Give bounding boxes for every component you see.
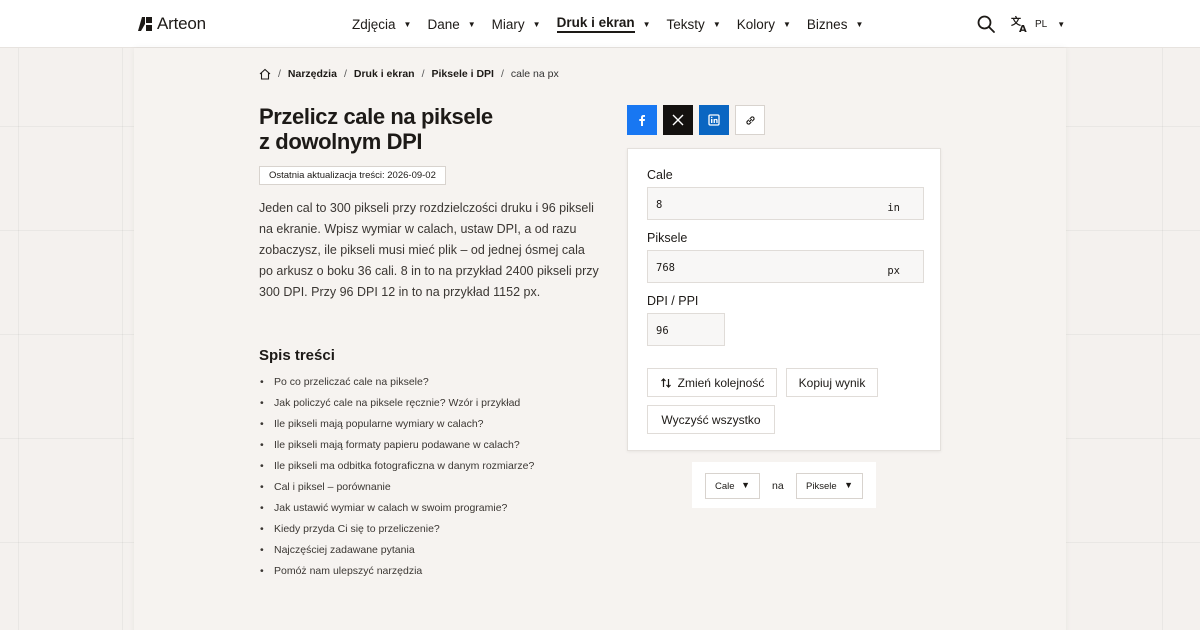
- toc-item[interactable]: Jak ustawić wymiar w calach w swoim prog…: [259, 500, 534, 521]
- swap-order-label: Zmień kolejność: [677, 375, 765, 390]
- table-of-contents: Po co przeliczać cale na piksele? Jak po…: [259, 374, 534, 584]
- language-code: PL: [1035, 18, 1048, 30]
- caret-down-icon: ▼: [844, 480, 853, 490]
- page-title: Przelicz cale na piksele z dowolnym DPI: [259, 104, 559, 154]
- translate-icon: 文 A: [1011, 15, 1027, 33]
- logo[interactable]: Arteon: [137, 14, 206, 34]
- breadcrumb-item[interactable]: Druk i ekran: [354, 68, 415, 80]
- pixels-unit: px: [887, 265, 900, 277]
- inches-unit: in: [887, 202, 900, 214]
- language-switcher[interactable]: 文 A PL ▼: [1011, 15, 1065, 33]
- toc-item[interactable]: Najczęściej zadawane pytania: [259, 542, 534, 563]
- nav-item-dane[interactable]: Dane ▼: [427, 13, 475, 35]
- pixels-input[interactable]: 768 px: [647, 250, 924, 283]
- to-unit-value: Piksele: [806, 480, 837, 492]
- main-nav: Zdjęcia ▼ Dane ▼ Miary ▼ Druk i ekran ▼ …: [352, 0, 879, 48]
- x-logo-icon: [672, 114, 684, 126]
- toc-item[interactable]: Ile pikseli ma odbitka fotograficzna w d…: [259, 458, 534, 479]
- toc-item[interactable]: Po co przeliczać cale na piksele?: [259, 374, 534, 395]
- inches-value: 8: [656, 199, 663, 211]
- caret-down-icon: ▼: [855, 19, 864, 29]
- inches-input[interactable]: 8 in: [647, 187, 924, 220]
- converter-card: Cale 8 in Piksele 768 px DPI / PPI 96 Zm…: [627, 148, 941, 451]
- pixels-value: 768: [656, 262, 675, 274]
- dpi-input[interactable]: 96: [647, 313, 725, 346]
- nav-label: Miary: [491, 16, 525, 32]
- link-icon: [745, 115, 755, 125]
- toc-item[interactable]: Jak policzyć cale na piksele ręcznie? Wz…: [259, 395, 534, 416]
- toc-item[interactable]: Pomóż nam ulepszyć narzędzia: [259, 563, 534, 584]
- copy-result-button[interactable]: Kopiuj wynik: [786, 368, 878, 397]
- nav-label: Zdjęcia: [352, 16, 396, 32]
- to-unit-select[interactable]: Piksele ▼: [796, 473, 863, 499]
- toc-title: Spis treści: [259, 347, 335, 364]
- breadcrumb-separator: /: [343, 68, 347, 80]
- toc-item[interactable]: Ile pikseli mają formaty papieru podawan…: [259, 437, 534, 458]
- linkedin-icon: [708, 114, 720, 126]
- share-buttons: [627, 105, 765, 135]
- share-x-button[interactable]: [663, 105, 693, 135]
- breadcrumb-item[interactable]: Narzędzia: [288, 68, 337, 80]
- nav-label: Biznes: [806, 16, 848, 32]
- caret-down-icon: ▼: [783, 19, 791, 29]
- nav-item-biznes[interactable]: Biznes ▼: [807, 13, 863, 35]
- toc-item[interactable]: Kiedy przyda Ci się to przeliczenie?: [259, 521, 534, 542]
- nav-label: Teksty: [666, 16, 705, 32]
- nav-item-druk-i-ekran[interactable]: Druk i ekran ▼: [556, 13, 651, 35]
- caret-down-icon: ▼: [467, 19, 476, 29]
- nav-label: Kolory: [736, 16, 775, 32]
- breadcrumb: / Narzędzia / Druk i ekran / Piksele i D…: [259, 68, 559, 80]
- toc-item[interactable]: Cal i piksel – porównanie: [259, 479, 534, 500]
- page-title-line: z dowolnym DPI: [259, 129, 423, 154]
- nav-item-teksty[interactable]: Teksty ▼: [667, 13, 721, 35]
- breadcrumb-separator: /: [278, 68, 281, 80]
- nav-item-zdjecia[interactable]: Zdjęcia ▼: [352, 13, 411, 35]
- inches-label: Cale: [647, 168, 673, 182]
- dpi-value: 96: [656, 325, 669, 337]
- caret-down-icon: ▼: [1057, 19, 1066, 29]
- caret-down-icon: ▼: [403, 19, 412, 29]
- clear-all-button[interactable]: Wyczyść wszystko: [647, 405, 775, 434]
- breadcrumb-current: cale na px: [510, 68, 559, 80]
- breadcrumb-separator: /: [500, 68, 504, 80]
- caret-down-icon: ▼: [712, 19, 721, 29]
- nav-label: Druk i ekran: [556, 15, 635, 33]
- facebook-icon: [639, 115, 645, 126]
- logo-mark-icon: [138, 17, 152, 31]
- breadcrumb-separator: /: [421, 68, 425, 80]
- search-icon[interactable]: [976, 14, 996, 34]
- page-title-line: Przelicz cale na piksele: [259, 104, 493, 129]
- breadcrumb-item[interactable]: Piksele i DPI: [432, 68, 494, 80]
- pixels-label: Piksele: [647, 231, 688, 245]
- toc-item[interactable]: Ile pikseli mają popularne wymiary w cal…: [259, 416, 534, 437]
- dpi-label: DPI / PPI: [647, 294, 699, 308]
- from-unit-select[interactable]: Cale ▼: [705, 473, 760, 499]
- svg-text:A: A: [1019, 24, 1027, 33]
- swap-order-button[interactable]: Zmień kolejność: [647, 368, 777, 397]
- share-linkedin-button[interactable]: [699, 105, 729, 135]
- caret-down-icon: ▼: [532, 19, 541, 29]
- caret-down-icon: ▼: [642, 19, 651, 29]
- copy-link-button[interactable]: [735, 105, 765, 135]
- swap-arrows-icon: [660, 377, 671, 388]
- nav-item-miary[interactable]: Miary ▼: [492, 13, 541, 35]
- logo-text: Arteon: [157, 14, 206, 33]
- site-header: Arteon Zdjęcia ▼ Dane ▼ Miary ▼ Druk i e…: [0, 0, 1200, 48]
- last-updated-badge: Ostatnia aktualizacja treści: 2026-09-02: [259, 166, 446, 185]
- home-icon[interactable]: [259, 68, 271, 80]
- from-unit-value: Cale: [715, 480, 735, 492]
- nav-label: Dane: [427, 16, 460, 32]
- caret-down-icon: ▼: [741, 480, 750, 490]
- share-facebook-button[interactable]: [627, 105, 657, 135]
- unit-connector: na: [772, 480, 784, 492]
- nav-item-kolory[interactable]: Kolory ▼: [737, 13, 791, 35]
- intro-paragraph: Jeden cal to 300 pikseli przy rozdzielcz…: [259, 201, 599, 299]
